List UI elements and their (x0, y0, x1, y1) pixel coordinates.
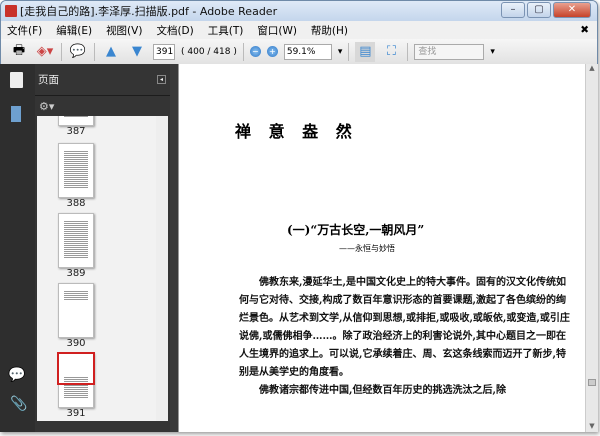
comments-icon[interactable]: 💬 (8, 367, 25, 383)
menu-tools[interactable]: 工具(T) (208, 23, 244, 38)
full-screen-icon[interactable]: ⛶ (381, 42, 401, 62)
divider (348, 42, 350, 61)
document-scrollbar[interactable]: ▲ ▼ (585, 64, 598, 432)
find-dropdown-icon[interactable]: ▾ (490, 47, 495, 57)
window-title: [走我自己的路].李泽厚.扫描版.pdf - Adobe Reader (20, 5, 278, 18)
document-view: 禅 意 盎 然 (一)“万古长空,一朝风月” ——永恒与妙悟 佛教东来,漫延华土… (178, 64, 585, 432)
maximize-button[interactable]: ▢ (527, 2, 551, 18)
share-icon[interactable]: ◈▾ (35, 42, 55, 62)
attachments-icon[interactable]: 📎 (10, 396, 27, 412)
panel-title: 页面 (38, 74, 59, 86)
minimize-button[interactable]: – (501, 2, 525, 18)
title-bar: [走我自己的路].李泽厚.扫描版.pdf - Adobe Reader – ▢ … (1, 1, 597, 21)
menu-window[interactable]: 窗口(W) (257, 23, 297, 38)
divider (242, 42, 244, 61)
close-document-button[interactable]: ✖ (580, 24, 589, 36)
navigation-pane: 💬 📎 (0, 64, 35, 432)
menu-bar: 文件(F) 编辑(E) 视图(V) 文档(D) 工具(T) 窗口(W) 帮助(H… (1, 21, 597, 39)
section-heading: (一)“万古长空,一朝风月” (287, 223, 425, 237)
pdf-icon (5, 5, 17, 17)
thumbnail-scrollbar[interactable] (156, 116, 168, 421)
scroll-thumb[interactable] (588, 379, 596, 386)
thumbnail-label: 390 (66, 338, 86, 349)
thumbnail-label: 387 (66, 126, 86, 137)
body-text: 佛教东来,漫延华土,是中国文化史上的特大事件。固有的汉文化传统如何与它对待、交接… (239, 274, 575, 400)
options-gear-icon[interactable]: ⚙▾ (39, 100, 54, 113)
thumbnail-label: 389 (66, 268, 86, 279)
scroll-up-icon[interactable]: ▲ (586, 64, 598, 72)
paragraph: 佛教东来,漫延华土,是中国文化史上的特大事件。固有的汉文化传统如何与它对待、交接… (239, 277, 570, 378)
comment-icon[interactable]: 💬 (68, 42, 88, 62)
page-thumbnail[interactable] (58, 283, 94, 338)
page-thumbnail[interactable] (58, 143, 94, 198)
close-button[interactable]: ✕ (553, 2, 591, 18)
pages-icon[interactable] (10, 72, 23, 88)
page-thumbnail[interactable] (58, 213, 94, 268)
fit-page-icon[interactable]: ▤ (355, 41, 376, 62)
page-count: ( 400 / 418 ) (181, 46, 237, 57)
pages-panel: 页面 ◂ ⚙▾ 387 388 389 390 391 (35, 64, 170, 432)
section-subheading: ——永恒与妙悟 (339, 244, 395, 253)
chapter-title: 禅 意 盎 然 (235, 122, 358, 141)
scroll-down-icon[interactable]: ▼ (586, 422, 598, 430)
zoom-dropdown-icon[interactable]: ▾ (338, 47, 343, 57)
menu-view[interactable]: 视图(V) (106, 23, 142, 38)
divider (94, 42, 95, 61)
collapse-panel-button[interactable]: ◂ (157, 75, 166, 84)
print-icon[interactable]: 🖶 (9, 42, 29, 62)
menu-edit[interactable]: 编辑(E) (56, 23, 92, 38)
divider (61, 42, 62, 61)
thumbnail-label: 391 (66, 408, 86, 419)
pane-splitter[interactable] (170, 64, 178, 432)
page-number-input[interactable]: 391 (153, 43, 175, 60)
thumbnail-list: 387 388 389 390 391 (37, 116, 168, 421)
next-page-icon[interactable]: ▼ (127, 42, 147, 62)
menu-document[interactable]: 文档(D) (156, 23, 193, 38)
find-input[interactable]: 查找 (414, 43, 485, 60)
toolbar: 🖶 ◈▾ 💬 ▲ ▼ 391 ( 400 / 418 ) − + 59.1% ▾… (1, 39, 597, 65)
zoom-in-icon[interactable]: + (266, 46, 278, 57)
page-thumbnail[interactable] (58, 116, 94, 126)
zoom-input[interactable]: 59.1% (283, 43, 332, 60)
menu-file[interactable]: 文件(F) (7, 23, 42, 38)
page-thumbnail[interactable] (57, 352, 95, 408)
paragraph: 佛教诸宗都传进中国,但经数百年历史的挑选洗汰之后,除 (259, 385, 506, 396)
current-view-box[interactable] (57, 352, 95, 385)
zoom-out-icon[interactable]: − (249, 46, 261, 57)
thumbnail-label: 388 (66, 198, 86, 209)
menu-help[interactable]: 帮助(H) (311, 23, 348, 38)
previous-page-icon[interactable]: ▲ (101, 42, 121, 62)
divider (407, 42, 409, 61)
bookmarks-icon[interactable] (11, 106, 21, 122)
